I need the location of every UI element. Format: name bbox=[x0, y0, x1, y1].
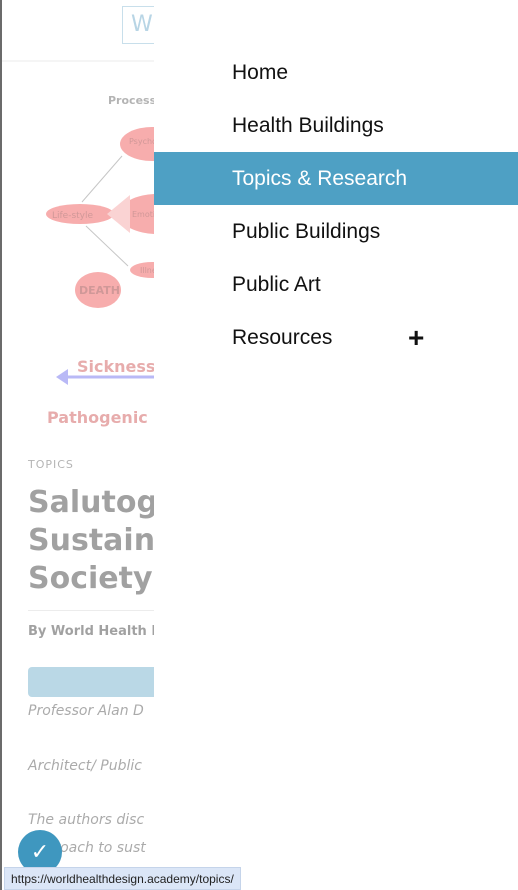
diagram-title: Process bbox=[108, 94, 154, 107]
nav-menu-panel: Home Health Buildings Topics & Research … bbox=[154, 0, 518, 890]
edge bbox=[85, 225, 129, 267]
menu-item-public-buildings[interactable]: Public Buildings bbox=[154, 205, 518, 258]
node-emotions-label: Emotions & Expectations bbox=[132, 210, 154, 219]
arrow-shape bbox=[107, 195, 130, 233]
highlight-bar bbox=[28, 667, 154, 697]
node-psych-label: Psychological Factors bbox=[129, 137, 154, 146]
paragraph: Professor Alan D bbox=[28, 703, 144, 719]
menu-item-topics-research[interactable]: Topics & Research bbox=[154, 152, 518, 205]
menu-item-health-buildings[interactable]: Health Buildings bbox=[154, 99, 518, 152]
edge bbox=[81, 155, 123, 203]
node-illness-label: Illness bbox=[140, 266, 154, 275]
site-logo[interactable]: W bbox=[122, 6, 154, 44]
title-divider bbox=[28, 610, 154, 611]
pathogenic-label: Pathogenic bbox=[47, 408, 148, 427]
byline: By World Health D bbox=[28, 624, 154, 639]
background-article: W Process Psychological Factors Life-sty… bbox=[2, 0, 154, 890]
sickness-label: Sickness bbox=[77, 357, 154, 376]
sickness-arrowhead bbox=[56, 369, 68, 385]
menu-item-resources[interactable]: Resources + bbox=[154, 311, 518, 364]
paragraph: The authors disc bbox=[28, 812, 145, 828]
node-death-label: DEATH bbox=[79, 284, 120, 297]
paragraph: Architect/ Public bbox=[28, 758, 142, 774]
menu-item-home[interactable]: Home bbox=[154, 46, 518, 99]
category-label[interactable]: TOPICS bbox=[28, 458, 74, 471]
article-title: Salutogenic Sustainable Society A bbox=[28, 485, 154, 596]
status-bar-url: https://worldhealthdesign.academy/topics… bbox=[4, 867, 241, 890]
expand-plus-icon[interactable]: + bbox=[408, 322, 424, 354]
menu-item-resources-label: Resources bbox=[232, 325, 333, 349]
process-diagram: Process Psychological Factors Life-style… bbox=[46, 94, 154, 427]
menu-item-public-art[interactable]: Public Art bbox=[154, 258, 518, 311]
node-lifestyle-label: Life-style bbox=[52, 211, 94, 221]
header-divider bbox=[2, 60, 154, 62]
